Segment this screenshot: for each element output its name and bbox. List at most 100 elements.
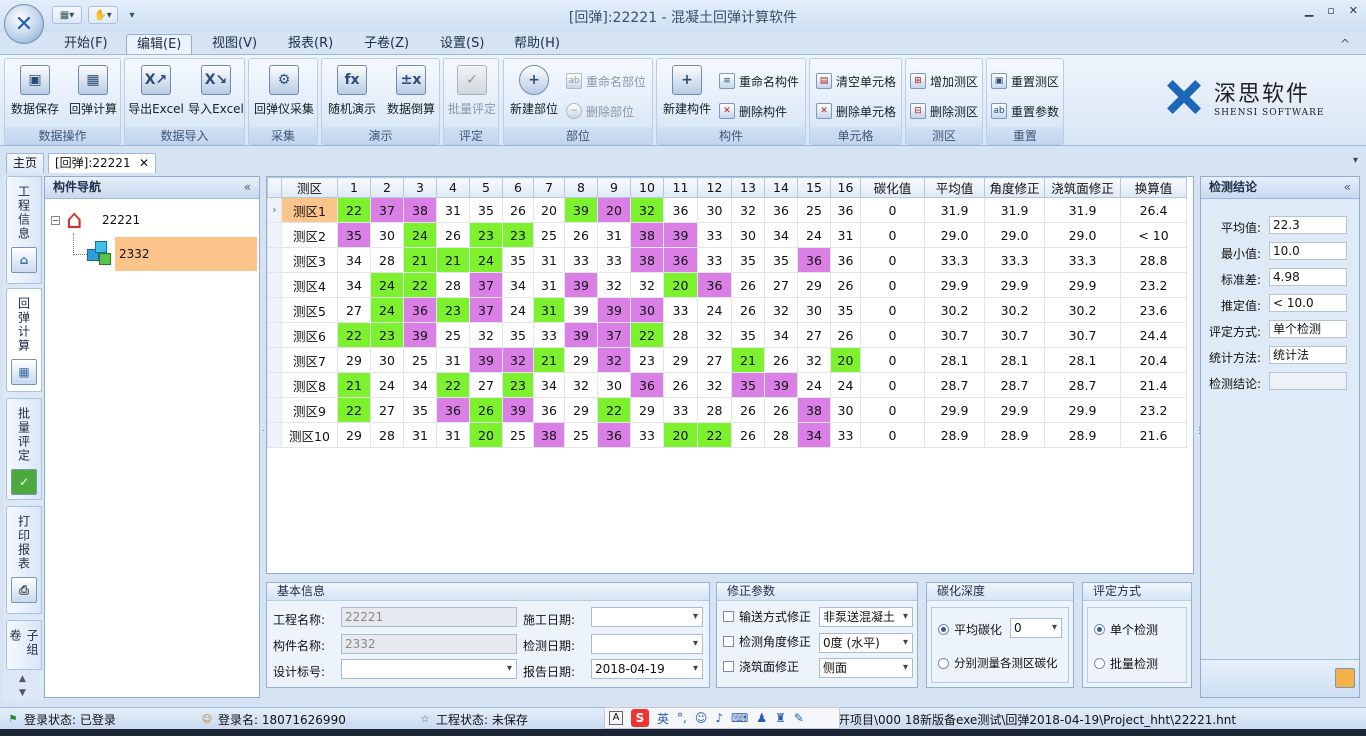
- surface-cell[interactable]: 29.9: [1044, 272, 1121, 298]
- column-header[interactable]: 11: [663, 177, 698, 198]
- rebound-value-cell[interactable]: 27: [337, 297, 371, 323]
- rebound-value-cell[interactable]: 32: [564, 372, 598, 398]
- rebound-value-cell[interactable]: 33: [663, 397, 698, 423]
- rebound-value-cell[interactable]: 37: [469, 297, 503, 323]
- rebound-value-cell[interactable]: 22: [597, 397, 631, 423]
- rebound-value-cell[interactable]: 30: [797, 297, 831, 323]
- carb-cell[interactable]: 0: [860, 247, 925, 273]
- angle-cell[interactable]: 28.9: [984, 422, 1045, 448]
- ribbon-minimize-icon[interactable]: ^: [1340, 34, 1350, 54]
- delete-zone-button[interactable]: ⊟ 删除测区: [910, 101, 978, 121]
- conv-cell[interactable]: 28.8: [1120, 247, 1187, 273]
- rebound-value-cell[interactable]: 35: [731, 247, 765, 273]
- rebound-value-cell[interactable]: 26: [436, 222, 470, 248]
- avg-cell[interactable]: 29.9: [924, 397, 985, 423]
- carb-cell[interactable]: 0: [860, 422, 925, 448]
- vtab-print-report[interactable]: 打印报表 ⎙: [6, 506, 42, 614]
- conv-cell[interactable]: 21.6: [1120, 422, 1187, 448]
- angle-cell[interactable]: 29.9: [984, 272, 1045, 298]
- app-orb-icon[interactable]: ✕: [4, 4, 44, 44]
- import-excel-button[interactable]: X↘ 导入Excel: [187, 63, 245, 125]
- menu-tab-edit[interactable]: 编辑(E): [126, 34, 193, 54]
- single-test-radio[interactable]: [1094, 624, 1105, 635]
- angle-cell[interactable]: 29.9: [984, 397, 1045, 423]
- rebound-value-cell[interactable]: 24: [830, 372, 861, 398]
- angle-cell[interactable]: 28.7: [984, 372, 1045, 398]
- tree-node-component[interactable]: 2332: [85, 237, 257, 271]
- rebound-value-cell[interactable]: 24: [370, 272, 404, 298]
- rebound-value-cell[interactable]: 28: [370, 422, 404, 448]
- rebound-value-cell[interactable]: 32: [597, 272, 631, 298]
- rebound-value-cell[interactable]: 33: [597, 247, 631, 273]
- rebound-value-cell[interactable]: 32: [469, 322, 503, 348]
- rebound-calc-button[interactable]: ▦ 回弹计算: [65, 63, 121, 125]
- tree-collapse-icon[interactable]: −: [51, 215, 60, 225]
- menu-tab-start[interactable]: 开始(F): [54, 34, 118, 54]
- rebound-value-cell[interactable]: 39: [564, 297, 598, 323]
- angle-cell[interactable]: 31.9: [984, 197, 1045, 223]
- ime-lang[interactable]: 英: [657, 710, 669, 727]
- rebound-value-cell[interactable]: 39: [403, 322, 437, 348]
- avg-cell[interactable]: 33.3: [924, 247, 985, 273]
- rebound-value-cell[interactable]: 25: [533, 222, 565, 248]
- rebound-value-cell[interactable]: 36: [663, 197, 698, 223]
- rebound-value-cell[interactable]: 30: [370, 347, 404, 373]
- rebound-value-cell[interactable]: 28: [764, 422, 798, 448]
- carb-cell[interactable]: 0: [860, 297, 925, 323]
- rebound-value-cell[interactable]: 36: [663, 247, 698, 273]
- rebound-value-cell[interactable]: 39: [469, 347, 503, 373]
- column-header[interactable]: 7: [533, 177, 565, 198]
- rebound-value-cell[interactable]: 23: [436, 297, 470, 323]
- rebound-value-cell[interactable]: 24: [403, 222, 437, 248]
- rebound-value-cell[interactable]: 35: [731, 322, 765, 348]
- pump-correction-checkbox[interactable]: [723, 611, 734, 622]
- row-selector[interactable]: [267, 322, 282, 348]
- sogou-icon[interactable]: S: [631, 709, 649, 727]
- row-selector[interactable]: [267, 222, 282, 248]
- rebound-value-cell[interactable]: 22: [697, 422, 732, 448]
- zone-cell[interactable]: 测区6: [281, 322, 338, 348]
- rebound-value-cell[interactable]: 28: [663, 322, 698, 348]
- rebound-value-cell[interactable]: 39: [663, 222, 698, 248]
- rebound-value-cell[interactable]: 30: [697, 197, 732, 223]
- rebound-value-cell[interactable]: 35: [764, 247, 798, 273]
- carb-cell[interactable]: 0: [860, 272, 925, 298]
- report-date-picker[interactable]: 2018-04-19: [591, 659, 703, 679]
- carb-cell[interactable]: 0: [860, 322, 925, 348]
- rebound-value-cell[interactable]: 22: [630, 322, 664, 348]
- rename-component-button[interactable]: ≡ 重命名构件: [719, 71, 799, 91]
- rebound-value-cell[interactable]: 34: [502, 272, 534, 298]
- rebound-value-cell[interactable]: 33: [830, 422, 861, 448]
- rebound-value-cell[interactable]: 27: [370, 397, 404, 423]
- rebound-value-cell[interactable]: 35: [502, 322, 534, 348]
- conv-cell[interactable]: 23.2: [1120, 397, 1187, 423]
- carb-cell[interactable]: 0: [860, 197, 925, 223]
- conv-cell[interactable]: 24.4: [1120, 322, 1187, 348]
- rebound-value-cell[interactable]: 29: [630, 397, 664, 423]
- conv-cell[interactable]: 21.4: [1120, 372, 1187, 398]
- rebound-value-cell[interactable]: 34: [764, 222, 798, 248]
- rebound-value-cell[interactable]: 32: [697, 372, 732, 398]
- tab-current-project[interactable]: [回弹]:22221 ✕: [48, 153, 156, 173]
- rebound-value-cell[interactable]: 29: [663, 347, 698, 373]
- rebound-value-cell[interactable]: 24: [502, 297, 534, 323]
- rebound-value-cell[interactable]: 26: [731, 397, 765, 423]
- column-header[interactable]: 12: [697, 177, 732, 198]
- rebound-value-cell[interactable]: 20: [533, 197, 565, 223]
- column-header[interactable]: 碳化值: [860, 177, 925, 198]
- rebound-value-cell[interactable]: 24: [469, 247, 503, 273]
- zone-cell[interactable]: 测区2: [281, 222, 338, 248]
- rebound-value-cell[interactable]: 32: [731, 197, 765, 223]
- rebound-value-cell[interactable]: 39: [502, 397, 534, 423]
- ime-a-icon[interactable]: A: [609, 711, 623, 725]
- rebound-value-cell[interactable]: 38: [533, 422, 565, 448]
- rebound-value-cell[interactable]: 30: [370, 222, 404, 248]
- surface-cell[interactable]: 29.0: [1044, 222, 1121, 248]
- rebound-value-cell[interactable]: 33: [630, 422, 664, 448]
- reset-zone-button[interactable]: ▣ 重置测区: [991, 71, 1059, 91]
- test-date-picker[interactable]: [591, 634, 703, 654]
- tab-list-dropdown-icon[interactable]: ▾: [1353, 155, 1358, 166]
- close-button[interactable]: ✕: [1349, 4, 1358, 17]
- column-header[interactable]: 4: [436, 177, 470, 198]
- rebound-value-cell[interactable]: 26: [502, 197, 534, 223]
